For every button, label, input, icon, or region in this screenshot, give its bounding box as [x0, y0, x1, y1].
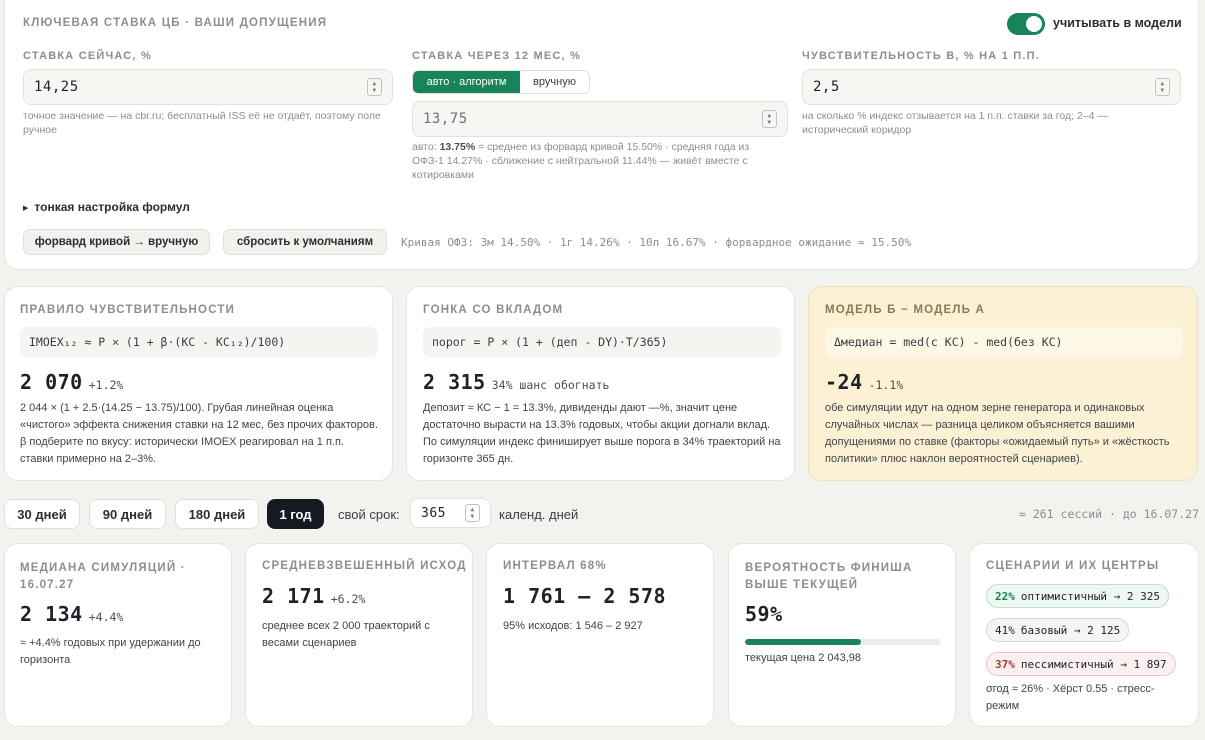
card-desc: обе симуляции идут на одном зерне генера…: [825, 402, 1170, 465]
custom-horizon-input[interactable]: 365 ▲ ▼: [410, 498, 491, 528]
card-title: МЕДИАНА СИМУЛЯЦИЙ · 16.07.27: [20, 562, 186, 591]
probability-card: ВЕРОЯТНОСТЬ ФИНИША ВЫШЕ ТЕКУЩЕЙ 59% теку…: [728, 543, 956, 727]
rate-settings-panel: КЛЮЧЕВАЯ СТАВКА ЦБ · ВАШИ ДОПУЩЕНИЯ учит…: [4, 0, 1199, 270]
fine-tune-toggle[interactable]: ▶ тонкая настройка формул: [23, 200, 190, 214]
result-delta: +6.2%: [330, 592, 366, 606]
hint-value: 13.75%: [439, 141, 476, 153]
sensitivity-rule-card: ПРАВИЛО ЧУВСТВИТЕЛЬНОСТИ IMOEX₁₂ ≈ P × (…: [4, 286, 393, 481]
scenarios-footer: σгод ≈ 26% · Хёрст 0.55 · стресс-режим: [986, 683, 1155, 712]
custom-horizon-value: 365: [421, 505, 446, 521]
settings-title: КЛЮЧЕВАЯ СТАВКА ЦБ · ВАШИ ДОПУЩЕНИЯ: [23, 17, 328, 29]
rate-now-hint: точное значение — на cbr.ru; бесплатный …: [23, 110, 381, 136]
result-row: 2 315 34% шанс обогнать: [423, 370, 609, 394]
result-delta: +1.2%: [88, 378, 124, 392]
hint-prefix: авто:: [412, 141, 440, 153]
median-card: МЕДИАНА СИМУЛЯЦИЙ · 16.07.27 2 134 +4.4%…: [4, 543, 232, 727]
card-desc: среднее всех 2 000 траекторий с весами с…: [262, 620, 430, 649]
toggle-knob: [1026, 16, 1042, 32]
probability-bar-fill: [745, 639, 861, 645]
probability-bar: [745, 639, 941, 645]
curve-info: Кривая ОФЗ: 3м 14.50% · 1г 14.26% · 10л …: [401, 236, 911, 249]
scenario-pct: 37%: [995, 657, 1015, 671]
scenario-optimistic: 22% оптимистичный → 2 325: [986, 584, 1169, 608]
toggle-label: учитывать в модели: [1053, 16, 1182, 30]
weighted-card: СРЕДНЕВЗВЕШЕННЫЙ ИСХОД 2 171 +6.2% средн…: [245, 543, 473, 727]
result-row: 2 134 +4.4%: [20, 602, 123, 626]
rate-12m-label: СТАВКА ЧЕРЕЗ 12 МЕС, %: [412, 50, 582, 62]
card-title: СЦЕНАРИИ И ИХ ЦЕНТРЫ: [986, 560, 1160, 572]
result-row: -24 -1.1%: [825, 370, 903, 394]
horizon-90d-button[interactable]: 90 дней: [89, 499, 166, 529]
scenario-text: оптимистичный → 2 325: [1020, 589, 1160, 603]
horizon-1y-button[interactable]: 1 год: [267, 499, 324, 529]
scenario-text: пессимистичный → 1 897: [1020, 657, 1167, 671]
result-value: -24: [825, 370, 863, 394]
model-toggle[interactable]: [1007, 13, 1045, 35]
scenario-pct: 41%: [995, 623, 1015, 637]
stepper-icon[interactable]: ▲ ▼: [367, 78, 382, 96]
card-title: МОДЕЛЬ Б − МОДЕЛЬ А: [825, 304, 986, 316]
scenario-text: базовый → 2 125: [1020, 623, 1121, 637]
sensitivity-value: 2,5: [813, 79, 840, 95]
sessions-info: ≈ 261 сессий · до 16.07.27: [1018, 507, 1199, 521]
model-diff-card: МОДЕЛЬ Б − МОДЕЛЬ А Δмедиан = med(с КС) …: [808, 286, 1198, 481]
scenario-base: 41% базовый → 2 125: [986, 618, 1130, 642]
formula-box: порог = P × (1 + (деп - DY)·T/365): [423, 327, 781, 357]
card-title: ВЕРОЯТНОСТЬ ФИНИША ВЫШЕ ТЕКУЩЕЙ: [745, 562, 913, 591]
card-desc: Депозит ≈ КС − 1 = 13.3%, дивиденды дают…: [423, 402, 781, 465]
result-value: 2 070: [20, 370, 83, 394]
result-value: 59%: [745, 602, 783, 626]
rate-now-label: СТАВКА СЕЙЧАС, %: [23, 50, 152, 62]
scenario-pct: 22%: [995, 589, 1015, 603]
scenarios-card: СЦЕНАРИИ И ИХ ЦЕНТРЫ 22% оптимистичный → …: [969, 543, 1199, 727]
mode-manual-button[interactable]: вручную: [520, 71, 589, 93]
rate-12m-input[interactable]: 13,75 ▲ ▼: [412, 101, 788, 137]
rate-12m-hint: авто: 13.75% = среднее из форвард кривой…: [412, 140, 782, 182]
result-delta: +4.4%: [88, 610, 124, 624]
card-title: ГОНКА СО ВКЛАДОМ: [423, 304, 564, 316]
fine-tune-label: тонкая настройка формул: [34, 200, 190, 214]
rate-12m-value: 13,75: [423, 111, 468, 127]
result-row: 2 070 +1.2%: [20, 370, 123, 394]
card-desc: ≈ +4.4% годовых при удержании до горизон…: [20, 637, 201, 666]
result-delta: 34% шанс обогнать: [491, 378, 610, 392]
custom-horizon-unit: календ. дней: [499, 507, 579, 522]
interval-card: ИНТЕРВАЛ 68% 1 761 – 2 578 95% исходов: …: [486, 543, 714, 727]
deposit-race-card: ГОНКА СО ВКЛАДОМ порог = P × (1 + (деп -…: [406, 286, 795, 481]
sensitivity-input[interactable]: 2,5 ▲ ▼: [802, 69, 1181, 105]
sensitivity-hint: на сколько % индекс отзывается на 1 п.п.…: [802, 110, 1108, 136]
card-title: СРЕДНЕВЗВЕШЕННЫЙ ИСХОД: [262, 560, 467, 572]
stepper-icon[interactable]: ▲ ▼: [465, 504, 480, 522]
formula-box: Δмедиан = med(с КС) - med(без КС): [825, 327, 1183, 357]
custom-horizon-label: свой срок:: [338, 507, 400, 522]
result-row: 2 171 +6.2%: [262, 584, 365, 608]
mode-auto-button[interactable]: авто · алгоритм: [413, 71, 520, 93]
result-delta: -1.1%: [868, 378, 904, 392]
rate-now-value: 14,25: [34, 79, 79, 95]
card-title: ИНТЕРВАЛ 68%: [503, 560, 607, 572]
result-value: 1 761 – 2 578: [503, 584, 667, 608]
horizon-180d-button[interactable]: 180 дней: [175, 499, 259, 529]
card-title: ПРАВИЛО ЧУВСТВИТЕЛЬНОСТИ: [20, 304, 236, 316]
formula-box: IMOEX₁₂ ≈ P × (1 + β·(КС - КС₁₂)/100): [20, 327, 378, 357]
result-value: 2 171: [262, 584, 325, 608]
card-desc: текущая цена 2 043,98: [745, 652, 862, 664]
result-value: 2 134: [20, 602, 83, 626]
reset-defaults-button[interactable]: сбросить к умолчаниям: [223, 229, 387, 255]
card-desc: 2 044 × (1 + 2.5·(14.25 − 13.75)/100). Г…: [20, 402, 378, 465]
rate-now-input[interactable]: 14,25 ▲ ▼: [23, 69, 393, 105]
scenario-pessimistic: 37% пессимистичный → 1 897: [986, 652, 1176, 676]
stepper-icon[interactable]: ▲ ▼: [762, 110, 777, 128]
result-value: 2 315: [423, 370, 486, 394]
horizon-30d-button[interactable]: 30 дней: [4, 499, 80, 529]
stepper-icon[interactable]: ▲ ▼: [1155, 78, 1170, 96]
triangle-right-icon: ▶: [23, 205, 29, 212]
sensitivity-label: ЧУВСТВИТЕЛЬНОСТЬ β, % НА 1 П.П.: [802, 50, 1041, 62]
card-desc: 95% исходов: 1 546 – 2 927: [503, 620, 643, 632]
forward-to-manual-button[interactable]: форвард кривой → вручную: [23, 229, 210, 255]
mode-switch: авто · алгоритм вручную: [412, 70, 590, 94]
